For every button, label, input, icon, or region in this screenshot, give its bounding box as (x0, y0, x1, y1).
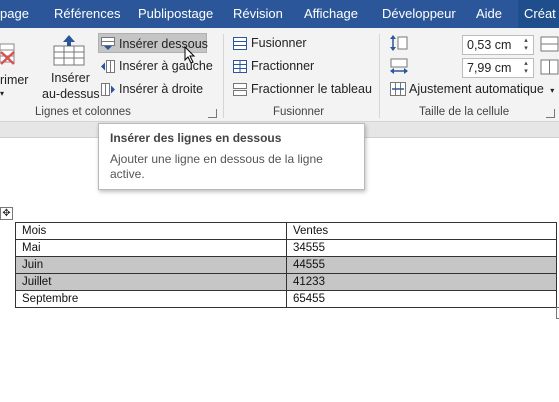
table-move-handle-icon[interactable]: ✥ (0, 207, 13, 220)
row-height-value: 0,53 cm (467, 38, 512, 52)
insert-below-tooltip: Insérer des lignes en dessous Ajouter un… (98, 123, 365, 190)
row-height-input[interactable]: 0,53 cm ▴ ▾ (462, 35, 534, 55)
table-row-selected: Juin 44555 (15, 256, 557, 274)
row-height-icon (390, 35, 408, 51)
table-row-selected: Juillet 41233 (15, 273, 557, 291)
distribute-rows-icon[interactable] (540, 36, 559, 52)
insert-above-label-line2[interactable]: au-dessus (42, 86, 100, 102)
column-width-spinner-icon[interactable]: ▴ ▾ (521, 60, 531, 76)
table-header-cell[interactable]: Mois (15, 222, 287, 240)
insert-left-button[interactable]: Insérer à gauche (119, 56, 213, 76)
table-row: Mai 34555 (15, 239, 557, 257)
tab-view[interactable]: Affichage (304, 0, 358, 28)
table-cell-sales[interactable]: 44555 (286, 256, 557, 274)
table-cell-sales[interactable]: 34555 (286, 239, 557, 257)
insert-right-button[interactable]: Insérer à droite (119, 79, 203, 99)
merge-cells-icon (233, 37, 247, 50)
group-label-rows-columns: Lignes et colonnes (35, 106, 131, 118)
table-cell-month[interactable]: Juin (15, 256, 287, 274)
merge-cells-button[interactable]: Fusionner (251, 33, 307, 53)
table-cell-month[interactable]: Septembre (15, 290, 287, 308)
ribbon-tab-bar: page Références Publipostage Révision Af… (0, 0, 559, 28)
tab-references[interactable]: Références (54, 0, 120, 28)
table-row: Septembre 65455 (15, 290, 557, 308)
tab-table-design[interactable]: Créat (518, 0, 559, 28)
column-width-input[interactable]: 7,99 cm ▴ ▾ (462, 58, 534, 78)
split-cells-icon (233, 60, 247, 73)
ribbon-panel: rimer ▾ Insérer au-dessus Insérer dessou… (0, 28, 559, 122)
insert-right-icon (101, 83, 115, 96)
table-header-row: Mois Ventes (15, 222, 557, 240)
rows-columns-launcher-icon[interactable] (208, 109, 217, 118)
tab-page-layout[interactable]: page (0, 0, 29, 28)
row-height-spinner-icon[interactable]: ▴ ▾ (521, 37, 531, 53)
insert-above-icon[interactable] (53, 34, 85, 66)
tab-developer[interactable]: Développeur (382, 0, 456, 28)
split-table-button[interactable]: Fractionner le tableau (251, 79, 372, 99)
cell-size-launcher-icon[interactable] (546, 109, 555, 118)
delete-table-icon[interactable] (0, 42, 18, 66)
distribute-columns-icon[interactable] (540, 59, 559, 75)
table-cell-sales[interactable]: 41233 (286, 273, 557, 291)
tab-review[interactable]: Révision (233, 0, 283, 28)
tooltip-description: Ajouter une ligne en dessous de la ligne… (110, 152, 323, 181)
tab-help[interactable]: Aide (476, 0, 502, 28)
document-table: Mois Ventes Mai 34555 Juin 44555 Juillet… (15, 222, 557, 308)
tab-mailings[interactable]: Publipostage (138, 0, 213, 28)
delete-dropdown-chevron-icon[interactable]: ▾ (0, 84, 4, 104)
autofit-dropdown-chevron-icon: ▾ (550, 86, 555, 95)
table-header-cell[interactable]: Ventes (286, 222, 557, 240)
ribbon-separator (379, 34, 380, 118)
table-cell-month[interactable]: Juillet (15, 273, 287, 291)
ribbon-separator (223, 34, 224, 118)
group-label-merge: Fusionner (273, 106, 325, 118)
insert-left-icon (101, 60, 115, 73)
autofit-icon (390, 82, 406, 96)
autofit-button[interactable]: Ajustement automatique ▾ (409, 79, 554, 99)
split-cells-button[interactable]: Fractionner (251, 56, 314, 76)
autofit-label: Ajustement automatique (409, 82, 544, 96)
column-width-icon (390, 58, 408, 74)
table-cell-sales[interactable]: 65455 (286, 290, 557, 308)
table-cell-month[interactable]: Mai (15, 239, 287, 257)
insert-below-icon (101, 37, 115, 50)
insert-above-label-line1[interactable]: Insérer (51, 70, 90, 86)
split-table-icon (233, 83, 247, 96)
group-label-cell-size: Taille de la cellule (419, 106, 510, 118)
delete-button-label[interactable]: rimer (0, 70, 28, 90)
column-width-value: 7,99 cm (467, 61, 512, 75)
tooltip-title: Insérer des lignes en dessous (110, 131, 282, 145)
